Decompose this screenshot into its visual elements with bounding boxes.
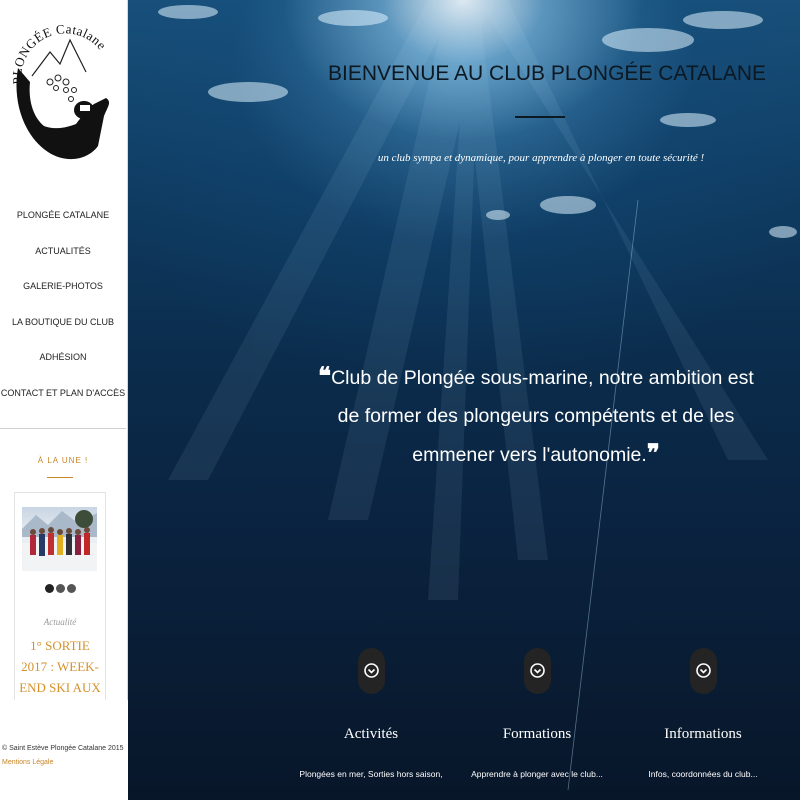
carousel-dot[interactable] [55,584,65,593]
feature-informations[interactable]: Informations Infos, coordonnées du club.… [618,648,788,779]
quote-text: Club de Plongée sous-marine, notre ambit… [331,367,754,466]
feature-formations[interactable]: Formations Apprendre à plonger avec le c… [452,648,622,779]
featured-heading: À LA UNE ! [37,456,89,465]
nav-item-actualites[interactable]: ACTUALITÉS [0,236,126,272]
feature-activites[interactable]: Activités Plongées en mer, Sorties hors … [286,648,456,779]
carousel-dot[interactable] [66,584,76,593]
quote-open-icon: ❝ [318,364,332,390]
feature-title[interactable]: Informations [618,726,788,743]
sidebar-divider [0,428,126,429]
diver-logo-icon: PLONGÉE Catalane [9,21,109,160]
footer-copyright-block: © Saint Estève Plongée Catalane 2015 Men… [2,742,126,770]
feature-text: Plongées en mer, Sorties hors saison, [299,769,443,779]
chevron-down-icon[interactable] [357,648,385,694]
feature-title[interactable]: Activités [286,726,456,743]
hero-title: BIENVENUE AU CLUB PLONGÉE CATALANE [328,62,767,85]
site-logo[interactable]: PLONGÉE Catalane [8,6,120,168]
footer-legal-link[interactable]: Mentions Légale [2,759,53,766]
chevron-down-icon[interactable] [689,648,717,694]
hero-section: BIENVENUE AU CLUB PLONGÉE CATALANE un cl… [128,0,800,800]
footer-copyright: © Saint Estève Plongée Catalane 2015 [2,745,124,752]
featured-category: Actualité [43,617,77,627]
carousel-dot[interactable] [44,584,54,593]
featured-heading-rule [47,477,73,478]
feature-text: Apprendre à plonger avec le club... [471,769,603,779]
hero-title-rule [515,116,565,118]
nav-item-plongee-catalane[interactable]: PLONGÉE CATALANE [0,200,126,236]
featured-photo[interactable] [22,507,97,571]
hero-tagline: un club sympa et dynamique, pour apprend… [377,152,705,164]
sidebar: PLONGÉE Catalane PLONGÉE CATALANE ACTUAL… [0,0,128,800]
nav-item-adhesion[interactable]: ADHÉSION [0,342,126,378]
nav-item-contact[interactable]: CONTACT ET PLAN D'ACCÈS [0,378,126,414]
main-nav: PLONGÉE CATALANE ACTUALITÉS GALERIE-PHOT… [0,200,126,413]
featured-card[interactable]: Actualité 1° SORTIE 2017 : WEEK-END SKI … [14,492,106,712]
quote-close-icon: ❞ [646,441,660,467]
chevron-down-icon[interactable] [523,648,551,694]
nav-item-boutique[interactable]: LA BOUTIQUE DU CLUB [0,307,126,343]
club-quote: ❝Club de Plongée sous-marine, notre ambi… [306,358,766,474]
carousel-dots [15,584,105,593]
nav-item-galerie-photos[interactable]: GALERIE-PHOTOS [0,271,126,307]
feature-text: Infos, coordonnées du club... [648,769,758,779]
feature-title[interactable]: Formations [452,726,622,743]
ski-group-photo [22,510,97,571]
